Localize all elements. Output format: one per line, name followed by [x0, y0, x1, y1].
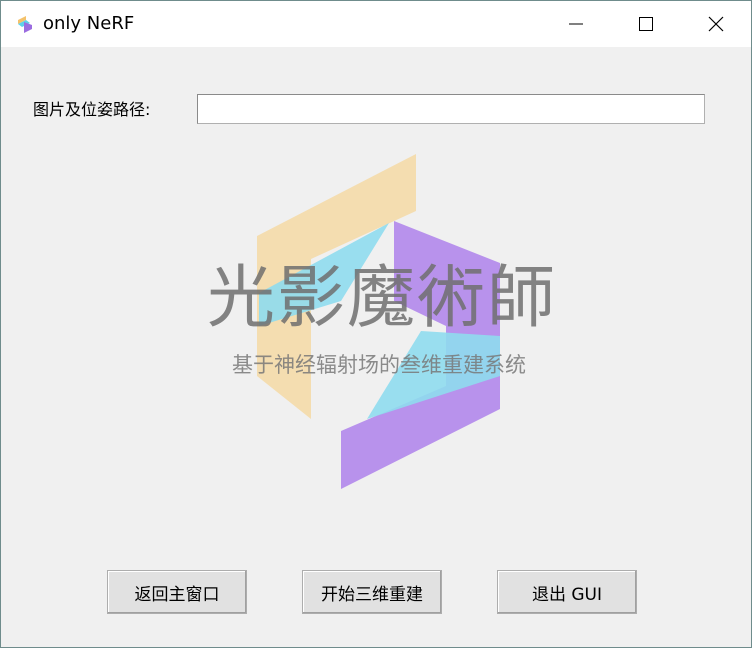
start-reconstruction-button[interactable]: 开始三维重建: [302, 570, 442, 614]
minimize-button[interactable]: [541, 1, 611, 47]
maximize-icon: [639, 17, 653, 31]
quit-gui-button[interactable]: 退出 GUI: [497, 570, 637, 614]
minimize-icon: [569, 23, 583, 25]
close-icon: [708, 16, 724, 32]
back-to-main-button[interactable]: 返回主窗口: [107, 570, 247, 614]
app-logo-icon: [18, 16, 32, 33]
path-label: 图片及位姿路径:: [33, 100, 151, 119]
app-window: only NeRF 图片及位姿路径: 光影魔術師 基于神经辐射场的叁维重建系统 …: [0, 0, 752, 648]
logo-subtitle: 基于神经辐射场的叁维重建系统: [232, 353, 526, 377]
title-bar[interactable]: only NeRF: [1, 1, 751, 47]
maximize-button[interactable]: [611, 1, 681, 47]
logo-title: 光影魔術師: [206, 259, 557, 338]
path-input[interactable]: [197, 94, 705, 124]
window-title: only NeRF: [43, 13, 135, 34]
close-button[interactable]: [681, 1, 751, 47]
